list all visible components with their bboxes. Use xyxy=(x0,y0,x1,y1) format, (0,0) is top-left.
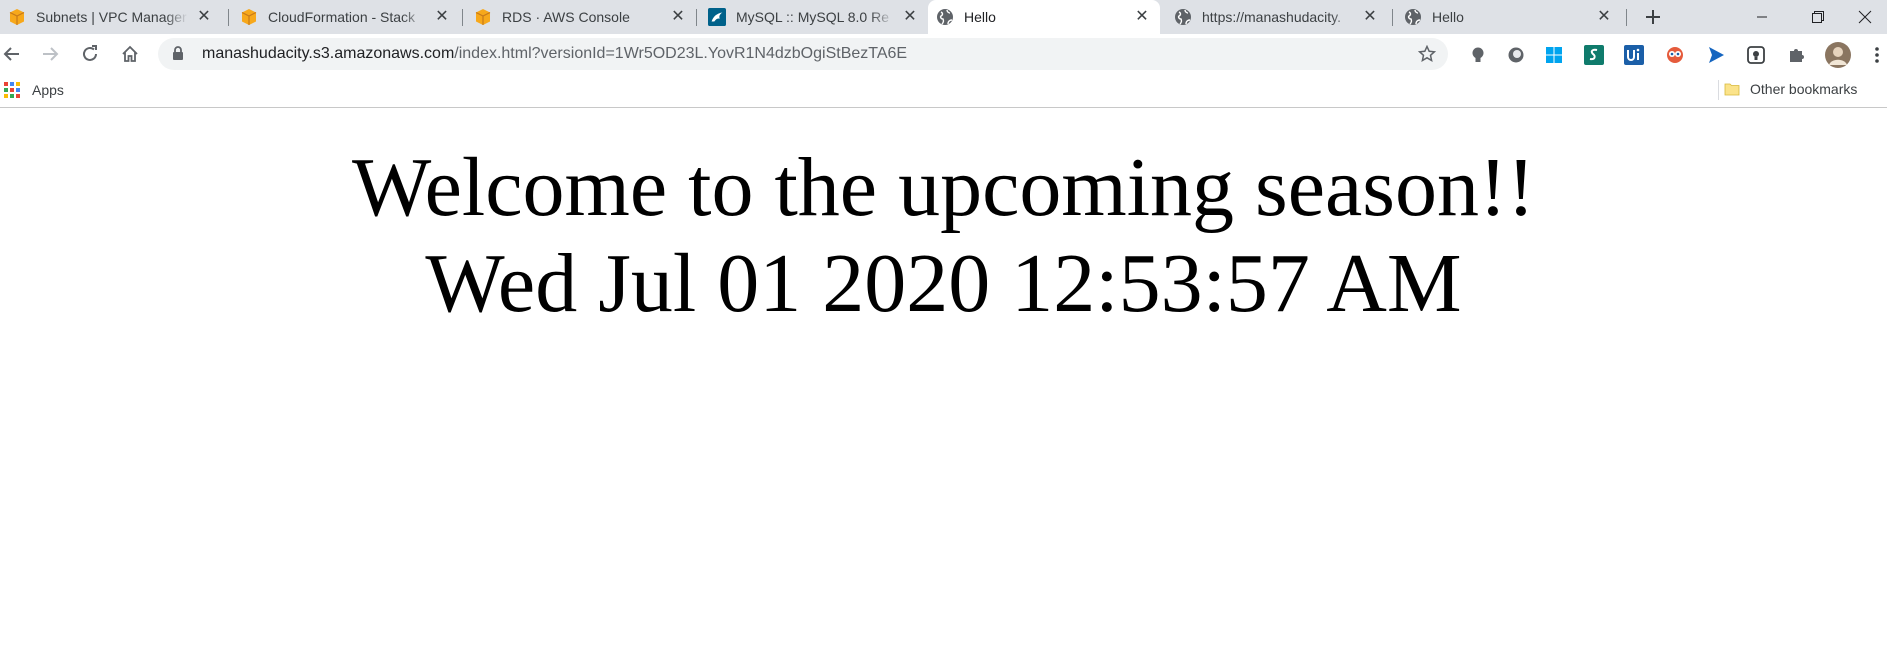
url-text[interactable]: manashudacity.s3.amazonaws.com/index.htm… xyxy=(202,45,907,63)
back-button[interactable] xyxy=(0,38,28,70)
other-bookmarks-label: Other bookmarks xyxy=(1750,81,1858,97)
lightbulb-extension-icon[interactable] xyxy=(1467,44,1489,66)
tab-hello-active[interactable]: Hello ✕ xyxy=(928,0,1160,34)
windows-extension-icon[interactable] xyxy=(1543,44,1565,66)
tab-title: Hello xyxy=(1432,9,1464,25)
tab-s3-url[interactable]: https://manashudacity. ✕ xyxy=(1166,0,1388,34)
datetime-heading: Wed Jul 01 2020 12:53:57 AM xyxy=(425,237,1462,330)
play-extension-icon[interactable] xyxy=(1705,44,1727,66)
tab-cloudformation[interactable]: CloudFormation - Stack ✕ xyxy=(232,0,460,34)
forward-arrow-icon xyxy=(43,47,59,61)
url-host: manashudacity.s3.amazonaws.com xyxy=(202,45,455,62)
apps-shortcut[interactable]: Apps xyxy=(4,82,64,98)
lightbulb-box-extension-icon[interactable] xyxy=(1745,44,1767,66)
tab-title: Hello xyxy=(964,9,996,25)
reload-button[interactable] xyxy=(74,38,106,70)
url-path: /index.html?versionId=1Wr5OD23L.YovR1N4d… xyxy=(454,45,908,62)
home-button[interactable] xyxy=(114,38,146,70)
close-icon[interactable]: ✕ xyxy=(196,9,212,25)
tab-separator xyxy=(462,9,463,26)
new-tab-button[interactable] xyxy=(1640,4,1666,30)
close-icon[interactable]: ✕ xyxy=(670,9,686,25)
home-icon xyxy=(122,45,138,62)
tab-mysql[interactable]: MySQL :: MySQL 8.0 Re ✕ xyxy=(700,0,928,34)
apps-grid-icon xyxy=(4,82,20,98)
tab-separator xyxy=(228,9,229,26)
restore-icon xyxy=(1812,11,1824,23)
close-icon[interactable]: ✕ xyxy=(434,9,450,25)
close-icon xyxy=(1858,10,1872,24)
forward-button[interactable] xyxy=(34,38,66,70)
globe-icon xyxy=(1174,8,1192,26)
circle-extension-icon[interactable] xyxy=(1505,44,1527,66)
tab-title: MySQL :: MySQL 8.0 Re xyxy=(736,9,890,25)
restore-button[interactable] xyxy=(1796,0,1840,34)
mysql-dolphin-icon xyxy=(708,8,726,26)
bookmarks-divider xyxy=(1718,80,1719,100)
tab-hello[interactable]: Hello ✕ xyxy=(1396,0,1622,34)
tab-title: CloudFormation - Stack xyxy=(268,9,416,25)
tab-title: RDS · AWS Console xyxy=(502,9,630,25)
tab-title: Subnets | VPC Manager xyxy=(36,9,187,25)
plus-icon xyxy=(1646,10,1660,24)
welcome-heading: Welcome to the upcoming season!! xyxy=(352,141,1535,234)
minimize-button[interactable] xyxy=(1740,0,1784,34)
close-icon[interactable]: ✕ xyxy=(1362,9,1378,25)
globe-icon xyxy=(1404,8,1422,26)
other-bookmarks-folder[interactable]: Other bookmarks xyxy=(1724,81,1857,97)
globe-icon xyxy=(936,8,954,26)
back-arrow-icon xyxy=(3,47,19,61)
bookmarks-bar: Apps Other bookmarks xyxy=(0,74,1887,108)
folder-icon xyxy=(1724,83,1740,96)
lock-icon[interactable] xyxy=(172,46,184,66)
avatar[interactable] xyxy=(1825,42,1851,68)
aws-box-icon xyxy=(240,8,258,26)
bookmark-star-icon[interactable] xyxy=(1417,44,1437,68)
puzzle-extensions-icon[interactable] xyxy=(1785,44,1807,66)
page-content: Welcome to the upcoming season!! Wed Jul… xyxy=(0,108,1887,653)
browser-toolbar: manashudacity.s3.amazonaws.com/index.htm… xyxy=(0,34,1887,74)
apps-label: Apps xyxy=(32,82,64,98)
minimize-icon xyxy=(1757,16,1767,18)
tab-separator xyxy=(1392,9,1393,26)
reload-icon xyxy=(83,45,97,61)
close-window-button[interactable] xyxy=(1843,0,1887,34)
close-icon[interactable]: ✕ xyxy=(902,9,918,25)
tab-subnets[interactable]: Subnets | VPC Manager ✕ xyxy=(0,0,222,34)
kebab-menu-icon[interactable] xyxy=(1866,44,1887,66)
s-extension-icon[interactable] xyxy=(1583,44,1605,66)
close-icon[interactable]: ✕ xyxy=(1596,9,1612,25)
owl-extension-icon[interactable] xyxy=(1664,44,1686,66)
aws-box-icon xyxy=(474,8,492,26)
close-icon[interactable]: ✕ xyxy=(1134,9,1150,25)
tab-separator xyxy=(696,9,697,26)
tab-rds[interactable]: RDS · AWS Console ✕ xyxy=(466,0,696,34)
tab-separator xyxy=(1626,9,1627,26)
tab-strip: Subnets | VPC Manager ✕ CloudFormation -… xyxy=(0,0,1887,34)
aws-box-icon xyxy=(8,8,26,26)
uipath-extension-icon[interactable] xyxy=(1623,44,1645,66)
address-bar[interactable]: manashudacity.s3.amazonaws.com/index.htm… xyxy=(158,38,1448,70)
tab-title: https://manashudacity. xyxy=(1202,9,1342,25)
